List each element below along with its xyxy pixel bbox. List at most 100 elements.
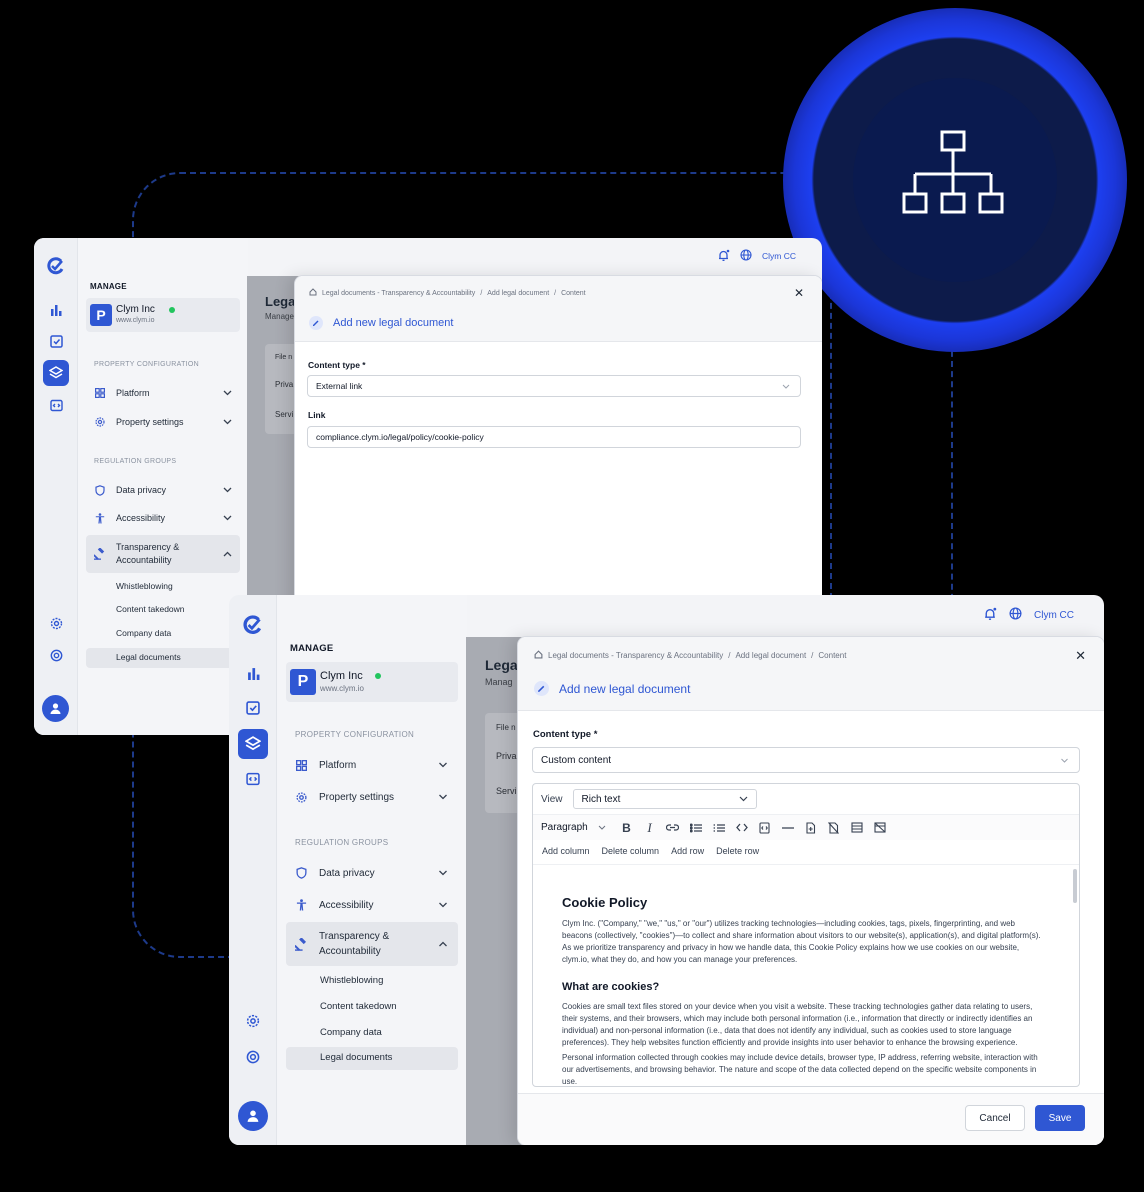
chevron-down-icon <box>223 388 232 398</box>
sub-whistleblowing[interactable]: Whistleblowing <box>320 975 383 986</box>
doc-heading: Cookie Policy <box>562 895 648 910</box>
org-switcher[interactable]: P Clym Inc www.clym.io <box>286 662 458 702</box>
nav-accessibility[interactable]: Accessibility <box>86 507 240 529</box>
content-type-select[interactable]: Custom content <box>532 747 1080 773</box>
sub-content-takedown[interactable]: Content takedown <box>116 604 185 614</box>
gear-icon[interactable] <box>239 1007 267 1035</box>
doc-subheading: What are cookies? <box>562 981 660 993</box>
gear-icon[interactable] <box>44 611 68 635</box>
delete-table-grid-icon[interactable] <box>868 818 891 838</box>
sub-legal-documents[interactable]: Legal documents <box>86 648 240 668</box>
nav-property-settings[interactable]: Property settings <box>86 411 240 433</box>
layers-icon[interactable] <box>43 360 69 386</box>
delete-column-button[interactable]: Delete column <box>602 846 660 856</box>
bullet-list-icon[interactable] <box>684 818 707 838</box>
user-avatar-icon[interactable] <box>238 1101 268 1131</box>
code-window-icon[interactable] <box>44 393 68 417</box>
sub-content-takedown[interactable]: Content takedown <box>320 1001 397 1012</box>
code-block-icon[interactable] <box>753 818 776 838</box>
close-icon[interactable]: ✕ <box>1075 648 1086 664</box>
legal-documents-page-behind: Lega Manag File n Priva Servi <box>466 637 526 1145</box>
horizontal-rule-icon[interactable] <box>776 818 799 838</box>
nav-platform[interactable]: Platform <box>86 382 240 404</box>
add-column-button[interactable]: Add column <box>542 846 590 856</box>
chart-icon[interactable] <box>44 298 68 322</box>
cancel-button[interactable]: Cancel <box>965 1105 1025 1131</box>
code-window-icon[interactable] <box>239 765 267 793</box>
lifebuoy-icon[interactable] <box>239 1043 267 1071</box>
property-config-heading: PROPERTY CONFIGURATION <box>94 361 199 368</box>
modal-title: Add new legal document <box>534 681 690 696</box>
regulation-groups-heading: REGULATION GROUPS <box>94 458 177 465</box>
nav-transparency[interactable]: Transparency & Accountability <box>86 535 240 573</box>
breadcrumb-item[interactable]: Legal documents - Transparency & Account… <box>548 651 723 660</box>
nav-property-settings[interactable]: Property settings <box>286 785 458 809</box>
nav-transparency[interactable]: Transparency & Accountability <box>286 922 458 966</box>
block-format-select[interactable]: Paragraph <box>541 822 615 833</box>
numbered-list-icon[interactable] <box>707 818 730 838</box>
globe-icon[interactable] <box>1009 607 1022 623</box>
home-icon[interactable] <box>534 650 543 661</box>
insert-table-icon[interactable] <box>799 818 822 838</box>
table-row-service: Servi <box>496 786 517 796</box>
nav-platform[interactable]: Platform <box>286 753 458 777</box>
property-config-heading: PROPERTY CONFIGURATION <box>295 730 415 739</box>
gavel-icon <box>290 937 312 951</box>
code-icon[interactable] <box>730 818 753 838</box>
checklist-icon[interactable] <box>44 329 68 353</box>
side-navigation: MANAGE P Clym Inc www.clym.io PROPERTY C… <box>277 595 467 1145</box>
delete-table-icon[interactable] <box>822 818 845 838</box>
side-navigation: MANAGE P Clym Inc www.clym.io PROPERTY C… <box>78 238 248 735</box>
clym-logo-icon[interactable] <box>239 611 267 639</box>
close-icon[interactable]: ✕ <box>794 286 804 300</box>
user-menu[interactable]: Clym CC <box>1034 610 1074 621</box>
online-status-dot <box>169 307 175 313</box>
nav-transparency-label-line2: Accountability <box>116 555 172 565</box>
bell-icon[interactable] <box>983 607 997 624</box>
layers-icon[interactable] <box>238 729 268 759</box>
editor-document[interactable]: Cookie Policy Clym Inc. ("Company," "we,… <box>533 864 1079 1086</box>
globe-icon[interactable] <box>740 249 752 263</box>
nav-accessibility[interactable]: Accessibility <box>286 893 458 917</box>
sub-company-data[interactable]: Company data <box>320 1027 382 1038</box>
manage-heading: MANAGE <box>90 282 127 291</box>
content-type-select[interactable]: External link <box>307 375 801 397</box>
nav-data-privacy[interactable]: Data privacy <box>286 861 458 885</box>
modal-footer: Cancel Save <box>518 1093 1104 1145</box>
home-icon[interactable] <box>309 288 317 298</box>
lifebuoy-icon[interactable] <box>44 643 68 667</box>
chevron-up-icon <box>223 549 232 559</box>
user-avatar-icon[interactable] <box>42 695 69 722</box>
page-subtitle: Manag <box>485 677 513 687</box>
user-menu[interactable]: Clym CC <box>762 251 796 261</box>
link-icon[interactable] <box>661 818 684 838</box>
sub-legal-documents[interactable]: Legal documents <box>286 1047 458 1070</box>
format-toolbar: Paragraph B I <box>533 814 1079 840</box>
sub-company-data[interactable]: Company data <box>116 628 171 638</box>
add-row-button[interactable]: Add row <box>671 846 704 856</box>
chart-icon[interactable] <box>239 659 267 687</box>
editor-scrollbar[interactable] <box>1073 869 1077 903</box>
bold-icon[interactable]: B <box>615 818 638 838</box>
nav-data-privacy[interactable]: Data privacy <box>86 479 240 501</box>
breadcrumb-item[interactable]: Legal documents - Transparency & Account… <box>322 290 475 297</box>
breadcrumb-item[interactable]: Add legal document <box>487 290 549 297</box>
bell-icon[interactable] <box>717 249 730 264</box>
view-mode-select[interactable]: Rich text <box>572 789 757 809</box>
table-rows-icon[interactable] <box>845 818 868 838</box>
org-logo: P <box>90 304 112 326</box>
clym-logo-icon[interactable] <box>44 254 68 278</box>
delete-row-button[interactable]: Delete row <box>716 846 759 856</box>
doc-paragraph: Personal information collected through c… <box>562 1053 1038 1086</box>
nav-transparency-label-line1: Transparency & <box>319 931 390 942</box>
save-button[interactable]: Save <box>1035 1105 1085 1131</box>
italic-icon[interactable]: I <box>638 818 661 838</box>
online-status-dot <box>375 673 381 679</box>
breadcrumb-item[interactable]: Add legal document <box>735 651 806 660</box>
table-header-file: File n <box>496 723 516 732</box>
org-switcher[interactable]: P Clym Inc www.clym.io <box>86 298 240 332</box>
sub-whistleblowing[interactable]: Whistleblowing <box>116 581 173 591</box>
chevron-down-icon <box>223 417 232 427</box>
checklist-icon[interactable] <box>239 694 267 722</box>
link-input[interactable]: compliance.clym.io/legal/policy/cookie-p… <box>307 426 801 448</box>
